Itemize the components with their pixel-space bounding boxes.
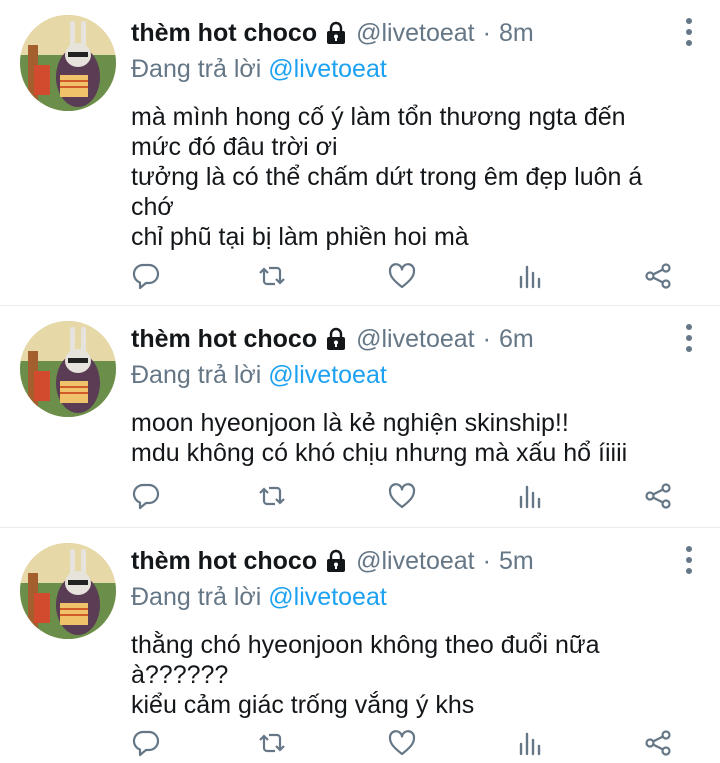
author-name[interactable]: thèm hot choco xyxy=(131,547,317,576)
like-icon[interactable] xyxy=(387,728,417,758)
replying-label: Đang trả lời xyxy=(131,55,262,83)
tweet-actions xyxy=(131,261,680,291)
tweet-text: mà mình hong cố ý làm tổn thương ngta đế… xyxy=(131,102,700,252)
reply-icon[interactable] xyxy=(131,261,161,291)
tweet-content: thèm hot choco @livetoeat · 5m Đang trả … xyxy=(131,540,700,720)
mention-link[interactable]: @livetoeat xyxy=(268,361,387,389)
stats-icon[interactable] xyxy=(515,261,545,291)
tweet[interactable]: thèm hot choco @livetoeat · 8m Đang trả … xyxy=(0,0,720,306)
like-icon[interactable] xyxy=(387,481,417,511)
author-handle[interactable]: @livetoeat xyxy=(356,19,475,48)
retweet-icon[interactable] xyxy=(257,261,287,291)
tweet-text-line: chớ xyxy=(131,193,174,221)
tweet-text-line: thằng chó hyeonjoon không theo đuổi nữa xyxy=(131,631,600,659)
separator-dot: · xyxy=(482,324,491,353)
tweet-header: thèm hot choco @livetoeat · 5m xyxy=(131,540,700,582)
timestamp[interactable]: 6m xyxy=(499,325,534,354)
tweet-text-line: mức đó đâu trời ơi xyxy=(131,133,338,161)
share-icon[interactable] xyxy=(643,481,673,511)
share-icon[interactable] xyxy=(643,728,673,758)
timeline-feed: thèm hot choco @livetoeat · 8m Đang trả … xyxy=(0,0,720,763)
lock-icon xyxy=(324,549,348,573)
stats-icon[interactable] xyxy=(515,481,545,511)
timestamp[interactable]: 5m xyxy=(499,547,534,576)
replying-to: Đang trả lời @livetoeat xyxy=(131,582,700,612)
mention-link[interactable]: @livetoeat xyxy=(268,583,387,611)
more-vertical-icon[interactable] xyxy=(684,546,694,574)
replying-label: Đang trả lời xyxy=(131,583,262,611)
more-vertical-icon[interactable] xyxy=(684,18,694,46)
tweet-content: thèm hot choco @livetoeat · 6m Đang trả … xyxy=(131,318,700,468)
tweet[interactable]: thèm hot choco @livetoeat · 6m Đang trả … xyxy=(0,306,720,528)
tweet-actions xyxy=(131,728,680,758)
tweet-text-line: tưởng là có thể chấm dứt trong êm đẹp lu… xyxy=(131,163,643,191)
tweet-text-line: mdu không có khó chịu nhưng mà xấu hổ íi… xyxy=(131,439,628,467)
tweet-text: moon hyeonjoon là kẻ nghiện skinship!! m… xyxy=(131,408,700,468)
retweet-icon[interactable] xyxy=(257,728,287,758)
lock-icon xyxy=(324,327,348,351)
replying-label: Đang trả lời xyxy=(131,361,262,389)
tweet-text-line: mà mình hong cố ý làm tổn thương ngta đế… xyxy=(131,103,626,131)
author-handle[interactable]: @livetoeat xyxy=(356,547,475,576)
like-icon[interactable] xyxy=(387,261,417,291)
tweet-header: thèm hot choco @livetoeat · 6m xyxy=(131,318,700,360)
replying-to: Đang trả lời @livetoeat xyxy=(131,360,700,390)
author-handle[interactable]: @livetoeat xyxy=(356,325,475,354)
reply-icon[interactable] xyxy=(131,481,161,511)
tweet-text-line: moon hyeonjoon là kẻ nghiện skinship!! xyxy=(131,409,569,437)
author-name[interactable]: thèm hot choco xyxy=(131,325,317,354)
reply-icon[interactable] xyxy=(131,728,161,758)
tweet[interactable]: thèm hot choco @livetoeat · 5m Đang trả … xyxy=(0,528,720,763)
stats-icon[interactable] xyxy=(515,728,545,758)
tweet-text-line: kiểu cảm giác trống vắng ý khs xyxy=(131,691,475,719)
separator-dot: · xyxy=(482,18,491,47)
timestamp[interactable]: 8m xyxy=(499,19,534,48)
share-icon[interactable] xyxy=(643,261,673,291)
lock-icon xyxy=(324,21,348,45)
retweet-icon[interactable] xyxy=(257,481,287,511)
avatar[interactable] xyxy=(20,15,116,111)
tweet-header: thèm hot choco @livetoeat · 8m xyxy=(131,12,700,54)
author-name[interactable]: thèm hot choco xyxy=(131,19,317,48)
mention-link[interactable]: @livetoeat xyxy=(268,55,387,83)
avatar[interactable] xyxy=(20,321,116,417)
tweet-text-line: à?????? xyxy=(131,661,229,689)
tweet-text-line: chỉ phũ tại bị làm phiền hoi mà xyxy=(131,223,469,251)
tweet-actions xyxy=(131,481,680,511)
tweet-text: thằng chó hyeonjoon không theo đuổi nữa … xyxy=(131,630,700,720)
replying-to: Đang trả lời @livetoeat xyxy=(131,54,700,84)
avatar[interactable] xyxy=(20,543,116,639)
more-vertical-icon[interactable] xyxy=(684,324,694,352)
separator-dot: · xyxy=(482,546,491,575)
tweet-content: thèm hot choco @livetoeat · 8m Đang trả … xyxy=(131,12,700,252)
